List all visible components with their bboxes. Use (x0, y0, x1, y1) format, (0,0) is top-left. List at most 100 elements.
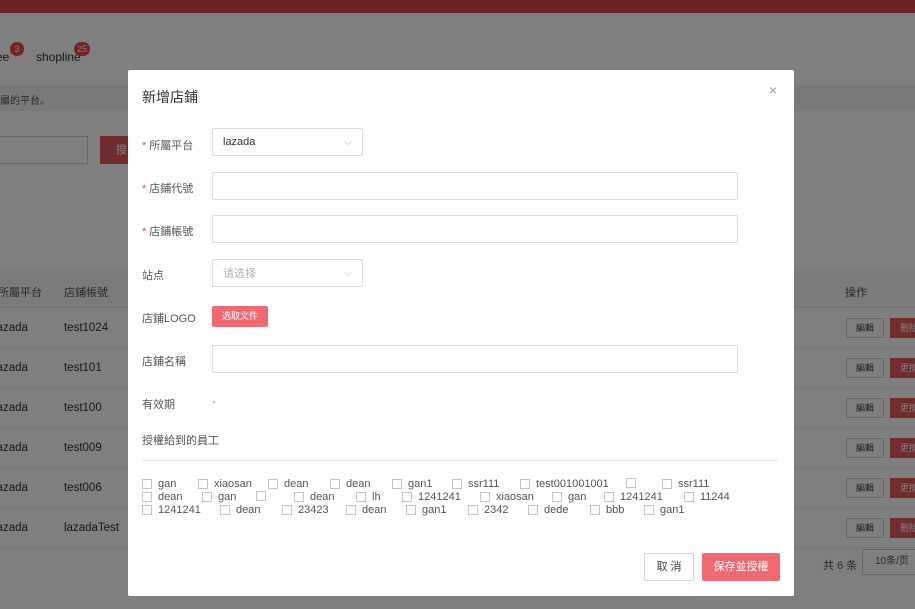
checkbox[interactable] (626, 478, 636, 488)
employee-checkbox-item[interactable]: dean (142, 491, 182, 503)
validity-label-text: 有效期 (142, 399, 175, 411)
employee-checkbox-item[interactable]: ssr111 (452, 478, 499, 490)
checkbox[interactable] (282, 505, 292, 515)
checkbox[interactable] (346, 505, 356, 515)
checkbox[interactable] (392, 479, 402, 489)
required-mark: * (142, 183, 147, 195)
employee-name: 1241241 (158, 504, 201, 516)
checkbox[interactable] (142, 492, 152, 502)
checkbox[interactable] (402, 492, 412, 502)
checkbox[interactable] (220, 505, 230, 515)
checkbox[interactable] (528, 505, 538, 515)
checkbox[interactable] (142, 505, 152, 515)
checkbox[interactable] (202, 492, 212, 502)
employee-name: gan1 (660, 504, 685, 516)
employee-checkbox-item[interactable]: 2342 (468, 504, 508, 516)
employee-name: gan1 (408, 478, 433, 490)
employee-checkbox-item[interactable]: xiaosan (198, 478, 252, 490)
employee-row: 1241241 dean 23423 dean gan1 2342 dede bbb gan1 (142, 504, 742, 517)
employee-name: dean (236, 504, 261, 516)
employee-name: xiaosan (496, 491, 534, 503)
employee-checkbox-item[interactable]: gan1 (644, 504, 684, 516)
checkbox[interactable] (480, 492, 490, 502)
validity-label: 有效期 (142, 396, 175, 412)
employee-checkbox-item[interactable]: dean (220, 504, 260, 516)
shop-name-input[interactable] (212, 345, 738, 373)
employee-name: dean (346, 478, 371, 490)
checkbox[interactable] (590, 505, 600, 515)
checkbox[interactable] (356, 492, 366, 502)
employee-checkbox-item[interactable]: dean (346, 504, 386, 516)
employees-label-text: 授權給到的員工 (142, 435, 219, 447)
dialog-title: 新增店鋪 (142, 89, 198, 105)
save-and-authorize-button[interactable]: 保存並授權 (702, 553, 780, 581)
site-label-text: 站点 (142, 270, 164, 282)
employee-checkbox-item[interactable]: dede (528, 504, 568, 516)
employee-checkbox-item[interactable]: dean (268, 478, 308, 490)
employee-row: gan xiaosan dean dean gan1 ssr111 test00100100… (142, 478, 742, 491)
cancel-button[interactable]: 取 消 (644, 553, 694, 581)
add-shop-dialog: 新增店鋪 × * 所屬平台 lazada ⌵ * 店鋪代號 * 店鋪帳號 站点 请选择… (128, 70, 794, 596)
employee-name: dean (362, 504, 387, 516)
employee-name: gan (568, 491, 587, 503)
checkbox[interactable] (294, 492, 304, 502)
shop-name-label: 店鋪名稱 (142, 353, 186, 369)
employee-checkbox-item[interactable]: gan1 (392, 478, 432, 490)
employee-checkbox-item[interactable]: ssr111 (662, 478, 709, 490)
employee-checkbox-item[interactable]: gan (142, 478, 176, 490)
employee-checkbox-item[interactable]: 1241241 (142, 504, 201, 516)
employee-checkbox-item[interactable]: dean (294, 491, 334, 503)
employee-name: xiaosan (214, 478, 252, 490)
required-mark: * (142, 226, 147, 238)
employee-name: dede (544, 504, 569, 516)
employee-name: dean (158, 491, 183, 503)
checkbox[interactable] (520, 479, 530, 489)
close-icon[interactable]: × (765, 82, 781, 98)
employee-name: dean (310, 491, 335, 503)
shop-account-input[interactable] (212, 215, 738, 243)
employee-name: dean (284, 478, 309, 490)
employee-checkbox-item[interactable]: 1241241 (604, 491, 663, 503)
checkbox[interactable] (330, 479, 340, 489)
chevron-down-icon: ⌵ (344, 267, 352, 279)
checkbox[interactable] (662, 479, 672, 489)
logo-label-text: 店鋪LOGO (142, 313, 196, 325)
shop-code-label-text: 店鋪代號 (149, 183, 194, 195)
employees-label: 授權給到的員工 (142, 432, 219, 448)
shop-name-label-text: 店鋪名稱 (142, 356, 186, 368)
checkbox[interactable] (684, 492, 694, 502)
employee-checkbox-item[interactable]: bbb (590, 504, 624, 516)
checkbox[interactable] (552, 492, 562, 502)
checkbox[interactable] (198, 479, 208, 489)
checkbox[interactable] (256, 491, 266, 501)
employee-checkbox-item[interactable]: 1241241 (402, 491, 461, 503)
choose-file-button[interactable]: 选取文件 (212, 306, 268, 327)
checkbox[interactable] (604, 492, 614, 502)
site-select-placeholder: 请选择 (223, 268, 256, 280)
employee-checkbox-item[interactable] (256, 491, 272, 501)
employee-name: ssr111 (678, 478, 710, 490)
employee-checkbox-list: gan xiaosan dean dean gan1 ssr111 test00100100… (142, 478, 742, 517)
employee-checkbox-item[interactable]: dean (330, 478, 370, 490)
employee-checkbox-item[interactable]: gan (202, 491, 236, 503)
checkbox[interactable] (644, 505, 654, 515)
employee-checkbox-item[interactable]: test001001001 (520, 478, 609, 490)
shop-code-input[interactable] (212, 172, 738, 200)
employee-checkbox-item[interactable]: 11244 (684, 491, 730, 503)
employee-checkbox-item[interactable]: 23423 (282, 504, 329, 516)
employee-checkbox-item[interactable]: gan (552, 491, 586, 503)
employee-checkbox-item[interactable]: lh (356, 491, 381, 503)
employee-checkbox-item[interactable] (626, 478, 642, 488)
checkbox[interactable] (142, 479, 152, 489)
platform-select[interactable]: lazada ⌵ (212, 128, 363, 156)
employee-name: gan (218, 491, 237, 503)
platform-select-value: lazada (223, 136, 256, 148)
checkbox[interactable] (268, 479, 278, 489)
site-select[interactable]: 请选择 ⌵ (212, 259, 363, 287)
checkbox[interactable] (406, 505, 416, 515)
checkbox[interactable] (468, 505, 478, 515)
employee-checkbox-item[interactable]: xiaosan (480, 491, 534, 503)
employee-checkbox-item[interactable]: gan1 (406, 504, 446, 516)
checkbox[interactable] (452, 479, 462, 489)
site-label: 站点 (142, 267, 164, 283)
